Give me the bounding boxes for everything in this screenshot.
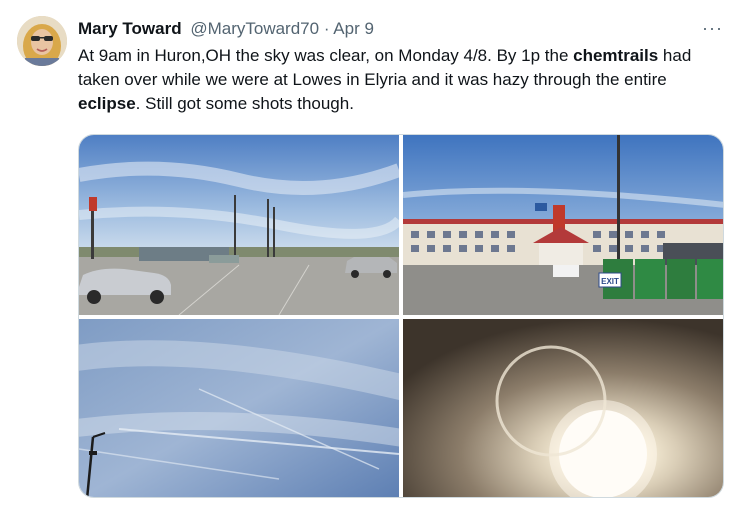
media-grid: EXIT [78,134,724,498]
tweet-text: At 9am in Huron,OH the sky was clear, on… [78,44,728,116]
tweet-card: Mary Toward @MaryToward70 · Apr 9 ··· At… [0,0,745,507]
author-handle[interactable]: @MaryToward70 [190,19,319,38]
hashtag-eclipse[interactable]: eclipse [78,94,136,113]
photo-contrail-sky[interactable] [79,319,399,497]
photo-eclipse-sun[interactable] [403,319,723,497]
tweet-text-segment: At 9am in Huron,OH the sky was clear, on… [78,46,574,65]
tweet-date[interactable]: Apr 9 [333,19,374,38]
tweet-text-segment: . Still got some shots though. [135,94,354,113]
tweet-header: Mary Toward @MaryToward70 · Apr 9 [78,18,374,40]
photo-hotel[interactable]: EXIT [403,135,723,315]
more-options-button[interactable]: ··· [702,18,723,38]
exit-sign-text: EXIT [601,277,619,286]
hashtag-chemtrails[interactable]: chemtrails [573,46,658,65]
avatar[interactable] [17,16,67,66]
separator: · [323,19,330,38]
author-name[interactable]: Mary Toward [78,19,182,38]
photo-parking-lot[interactable] [79,135,399,315]
